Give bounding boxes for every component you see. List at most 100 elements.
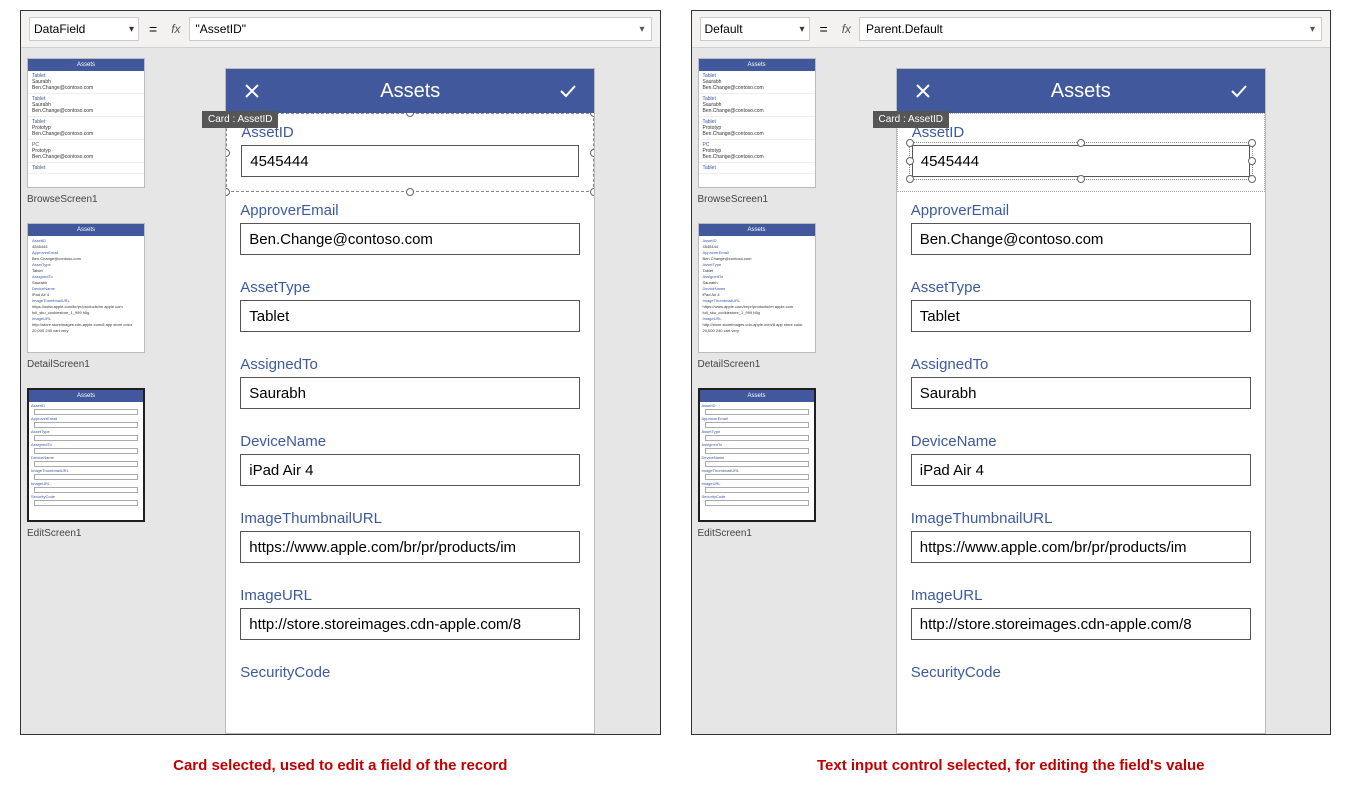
form-body: AssetID ApproverEmail AssetType AssignedTo D…	[897, 113, 1265, 733]
field-label: ImageThumbnailURL	[911, 510, 1251, 527]
field-input[interactable]	[240, 300, 580, 332]
thumb-header: Assets	[700, 390, 814, 402]
thumb-header: Assets	[699, 59, 815, 71]
field-input[interactable]	[911, 608, 1251, 640]
property-label: Default	[705, 22, 743, 36]
equals-sign: =	[814, 21, 834, 37]
field-input[interactable]	[240, 531, 580, 563]
thumb-label-detail: DetailScreen1	[698, 357, 816, 384]
phone-header: Assets	[226, 69, 594, 113]
field-input[interactable]	[911, 531, 1251, 563]
property-dropdown[interactable]: DataField ▾	[29, 17, 139, 41]
panel-left: DataField ▾ = fx "AssetID" ▾ Assets Tabl…	[20, 10, 661, 735]
selection-tag: Card : AssetID	[873, 111, 949, 128]
field-label: ImageURL	[911, 587, 1251, 604]
chevron-down-icon: ▾	[1310, 24, 1315, 35]
thumb-edit[interactable]: Assets AssetID ApproverEmail AssetType A…	[700, 390, 814, 520]
field-input[interactable]	[911, 377, 1251, 409]
field-label: SecurityCode	[240, 664, 580, 681]
thumb-browse[interactable]: Assets TabletSaurabhBen.Change@contoso.c…	[27, 58, 145, 188]
screen-thumbnails: Assets TabletSaurabhBen.Change@contoso.c…	[21, 48, 151, 734]
card-assettype[interactable]: AssetType	[226, 269, 594, 346]
thumb-detail[interactable]: Assets AssetID4545444 ApproverEmailBen.C…	[27, 223, 145, 353]
formula-text: "AssetID"	[196, 22, 247, 36]
close-icon[interactable]	[242, 81, 262, 101]
thumb-label-detail: DetailScreen1	[27, 357, 145, 384]
panel-right: Default ▾ = fx Parent.Default ▾ Assets T…	[691, 10, 1332, 735]
card-devicename[interactable]: DeviceName	[897, 423, 1265, 500]
thumb-label-browse: BrowseScreen1	[27, 192, 145, 219]
card-assettype[interactable]: AssetType	[897, 269, 1265, 346]
card-assignedto[interactable]: AssignedTo	[226, 346, 594, 423]
field-input[interactable]	[911, 300, 1251, 332]
chevron-down-icon: ▾	[129, 24, 134, 35]
caption-right: Text input control selected, for editing…	[691, 745, 1332, 794]
selection-tag: Card : AssetID	[202, 111, 278, 128]
thumb-label-edit: EditScreen1	[698, 526, 816, 553]
close-icon[interactable]	[913, 81, 933, 101]
field-label: AssetType	[911, 279, 1251, 296]
thumb-header: Assets	[28, 59, 144, 71]
field-label: DeviceName	[240, 433, 580, 450]
thumb-browse[interactable]: Assets TabletSaurabhBen.Change@contoso.c…	[698, 58, 816, 188]
card-assetid[interactable]: AssetID	[226, 113, 594, 192]
phone-title: Assets	[1051, 80, 1111, 103]
card-imageurl[interactable]: ImageURL	[226, 577, 594, 654]
card-imageurl[interactable]: ImageURL	[897, 577, 1265, 654]
field-input[interactable]	[240, 608, 580, 640]
field-label: AssignedTo	[240, 356, 580, 373]
caption-left: Card selected, used to edit a field of t…	[20, 745, 661, 794]
thumb-label-browse: BrowseScreen1	[698, 192, 816, 219]
field-label: AssignedTo	[911, 356, 1251, 373]
field-label: DeviceName	[911, 433, 1251, 450]
card-securitycode[interactable]: SecurityCode	[226, 654, 594, 731]
thumb-label-edit: EditScreen1	[27, 526, 145, 553]
fx-icon: fx	[838, 22, 855, 36]
check-icon[interactable]	[1229, 81, 1249, 101]
field-label: ApproverEmail	[911, 202, 1251, 219]
field-input[interactable]	[911, 454, 1251, 486]
field-label: ImageThumbnailURL	[240, 510, 580, 527]
card-devicename[interactable]: DeviceName	[226, 423, 594, 500]
field-input[interactable]	[241, 145, 579, 177]
phone-preview: Assets AssetID ApproverEmail AssetType Assi…	[225, 68, 595, 734]
formula-input[interactable]: Parent.Default ▾	[859, 17, 1322, 41]
field-input[interactable]	[240, 223, 580, 255]
formula-text: Parent.Default	[866, 22, 943, 36]
chevron-down-icon: ▾	[639, 24, 644, 35]
phone-title: Assets	[380, 80, 440, 103]
field-input[interactable]	[912, 145, 1250, 177]
formula-input[interactable]: "AssetID" ▾	[189, 17, 652, 41]
screen-thumbnails: Assets TabletSaurabhBen.Change@contoso.c…	[692, 48, 822, 734]
card-assetid[interactable]: AssetID	[897, 113, 1265, 192]
formula-bar: Default ▾ = fx Parent.Default ▾	[692, 11, 1331, 48]
field-input[interactable]	[911, 223, 1251, 255]
form-body: AssetID ApproverEmail AssetType AssignedTo D…	[226, 113, 594, 733]
card-approveremail[interactable]: ApproverEmail	[897, 192, 1265, 269]
field-label: SecurityCode	[911, 664, 1251, 681]
check-icon[interactable]	[558, 81, 578, 101]
canvas: Card : AssetID Assets AssetID ApproverEma…	[822, 48, 1331, 734]
thumb-header: Assets	[699, 224, 815, 236]
field-input[interactable]	[240, 454, 580, 486]
field-label: ImageURL	[240, 587, 580, 604]
formula-bar: DataField ▾ = fx "AssetID" ▾	[21, 11, 660, 48]
thumb-detail[interactable]: Assets AssetID4545444 ApproverEmailBen.C…	[698, 223, 816, 353]
property-dropdown[interactable]: Default ▾	[700, 17, 810, 41]
field-label: AssetType	[240, 279, 580, 296]
thumb-edit[interactable]: Assets AssetID ApproverEmail AssetType A…	[29, 390, 143, 520]
thumb-header: Assets	[28, 224, 144, 236]
card-imagethumbnailurl[interactable]: ImageThumbnailURL	[897, 500, 1265, 577]
thumb-header: Assets	[29, 390, 143, 402]
card-imagethumbnailurl[interactable]: ImageThumbnailURL	[226, 500, 594, 577]
canvas: Card : AssetID Assets AssetID ApproverEma…	[151, 48, 660, 734]
field-label: AssetID	[241, 124, 579, 141]
phone-preview: Assets AssetID ApproverEmail AssetType Assi…	[896, 68, 1266, 734]
card-securitycode[interactable]: SecurityCode	[897, 654, 1265, 731]
field-input[interactable]	[240, 377, 580, 409]
property-label: DataField	[34, 22, 85, 36]
card-assignedto[interactable]: AssignedTo	[897, 346, 1265, 423]
card-approveremail[interactable]: ApproverEmail	[226, 192, 594, 269]
phone-header: Assets	[897, 69, 1265, 113]
fx-icon: fx	[167, 22, 184, 36]
